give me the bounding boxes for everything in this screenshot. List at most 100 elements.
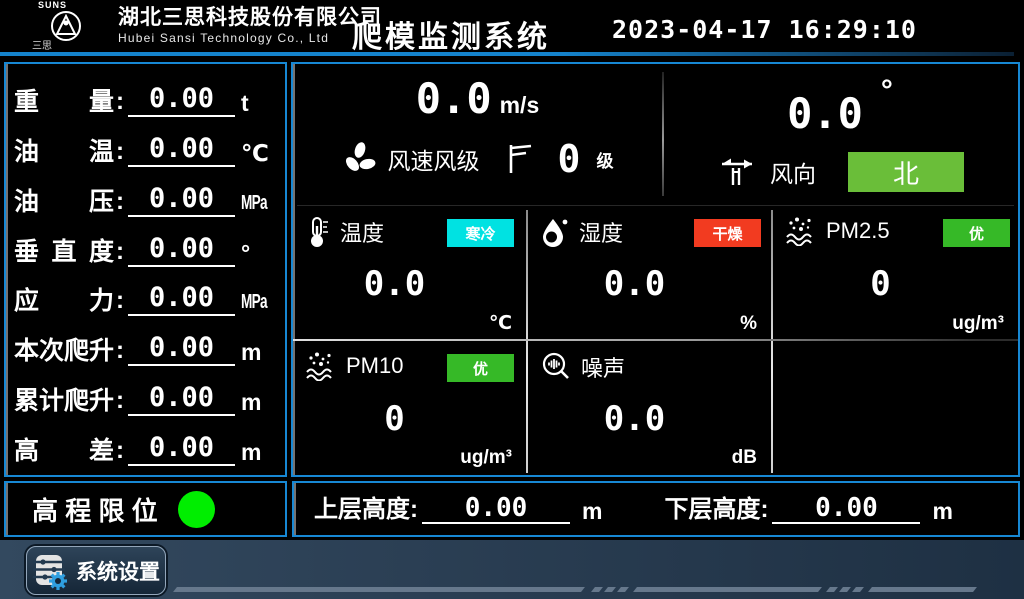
elevation-limit-label: 高 程 限 位: [32, 491, 158, 528]
current-climb-unit: m: [241, 338, 277, 366]
upper-height-value: 0.00: [422, 494, 570, 524]
layer-heights-box: 上层高度: 0.00 m 下层高度: 0.00 m: [292, 481, 1020, 537]
lower-height-label: 下层高度: [664, 496, 760, 524]
wind-level-flag-icon: [508, 142, 534, 176]
temperature-value: 0.0: [293, 264, 496, 304]
stress-unit: MPa: [241, 288, 265, 316]
elevation-limit-indicator: [178, 491, 215, 528]
oil-pressure-row: 油 压: 0.00 MPa: [14, 173, 277, 217]
pm10-status-badge: 优: [447, 354, 514, 382]
oil-pressure-value: 0.00: [128, 184, 235, 217]
lower-height-group: 下层高度: 0.00 m: [664, 494, 952, 524]
lower-height-value: 0.00: [772, 494, 920, 524]
weight-row: 重 量: 0.00 t: [14, 73, 277, 117]
temperature-cell: 温度 寒冷 0.0 ℃: [293, 206, 526, 339]
system-settings-button[interactable]: 系统设置: [26, 546, 166, 595]
current-climb-row: 本次爬升: 0.00 m: [14, 322, 277, 366]
oil-temp-label: 油 温: [14, 137, 114, 167]
verticality-label: 垂直度: [14, 237, 114, 267]
wind-speed-section: 0.0 m/s 风速风级 0 级: [293, 64, 662, 204]
pm25-cell: PM2.5 优 0 ug/m³: [773, 206, 1018, 339]
noise-value: 0.0: [528, 399, 741, 439]
footer-bar: 系统设置: [0, 540, 1024, 599]
company-name-cn: 湖北三思科技股份有限公司: [118, 6, 382, 30]
wind-direction-unit: °: [881, 74, 893, 107]
pm10-value: 0: [293, 399, 496, 439]
temperature-label: 温度: [340, 216, 384, 248]
total-climb-unit: m: [241, 388, 277, 416]
environment-grid: 温度 寒冷 0.0 ℃ 湿度 干燥 0.0 %: [293, 206, 1018, 475]
droplet-icon: [540, 216, 570, 248]
verticality-row: 垂直度: 0.00 °: [14, 223, 277, 267]
datetime-display: 2023-04-17 16:29:10: [612, 15, 917, 44]
oil-pressure-unit: MPa: [241, 189, 265, 217]
pm25-value: 0: [773, 264, 988, 304]
footer-decorative-stripes: [175, 587, 995, 592]
temperature-unit: ℃: [489, 312, 512, 335]
pm10-cell: PM10 优 0 ug/m³: [293, 341, 526, 473]
wind-speed-value: 0.0: [416, 74, 492, 123]
settings-sliders-gear-icon: [32, 552, 68, 590]
weight-label: 重 量: [14, 87, 114, 117]
wind-direction-section: 0.0 ° 风向 北: [664, 64, 1016, 204]
noise-label: 噪声: [581, 351, 625, 383]
wind-speed-unit: m/s: [500, 92, 540, 118]
height-diff-unit: m: [241, 438, 277, 466]
upper-height-label: 上层高度: [314, 496, 410, 524]
pm10-label: PM10: [346, 353, 403, 379]
noise-unit: dB: [732, 447, 757, 469]
oil-temp-value: 0.00: [128, 134, 235, 167]
environment-panel: 0.0 m/s 风速风级 0 级 0.0 °: [291, 62, 1020, 477]
empty-cell: [773, 341, 1018, 473]
company-name: 湖北三思科技股份有限公司 Hubei Sansi Technology Co.,…: [118, 6, 382, 46]
humidity-unit: %: [740, 313, 757, 335]
height-diff-label: 高 差: [14, 436, 114, 466]
total-climb-label: 累计爬升: [14, 386, 114, 416]
total-climb-value: 0.00: [128, 383, 235, 416]
height-diff-row: 高 差: 0.00 m: [14, 422, 277, 466]
fan-icon: [342, 141, 378, 177]
pm25-label: PM2.5: [826, 218, 890, 244]
wind-level-unit: 级: [596, 147, 613, 172]
thermometer-icon: [305, 216, 331, 248]
verticality-value: 0.00: [128, 234, 235, 267]
noise-cell: 噪声 0.0 dB: [528, 341, 771, 473]
wind-direction-label: 风向: [770, 155, 816, 189]
wind-level-value: 0: [558, 137, 581, 181]
total-climb-row: 累计爬升: 0.00 m: [14, 372, 277, 416]
upper-height-group: 上层高度: 0.00 m: [314, 494, 602, 524]
company-logo: SUNS 三思: [18, 1, 114, 51]
weight-value: 0.00: [128, 84, 235, 117]
pm25-unit: ug/m³: [952, 313, 1004, 335]
page-title: 爬模监测系统: [352, 12, 550, 56]
wind-direction-badge: 北: [848, 152, 964, 192]
oil-temp-unit: ℃: [241, 139, 277, 167]
wind-speed-label: 风速风级: [388, 142, 480, 176]
stress-row: 应 力: 0.00 MPa: [14, 272, 277, 316]
wind-direction-value: 0.0: [787, 89, 863, 138]
header-accent-line: [0, 52, 1014, 56]
wind-vane-icon: [716, 154, 760, 190]
elevation-limit-box: 高 程 限 位: [4, 481, 287, 537]
oil-pressure-label: 油 压: [14, 187, 114, 217]
verticality-unit: °: [241, 239, 277, 267]
company-name-en: Hubei Sansi Technology Co., Ltd: [118, 30, 382, 46]
dust-icon: [305, 351, 337, 381]
logo-text-top: SUNS: [18, 1, 114, 10]
humidity-status-badge: 干燥: [694, 219, 761, 247]
upper-height-unit: m: [582, 498, 602, 524]
humidity-cell: 湿度 干燥 0.0 %: [528, 206, 771, 339]
logo-text-bottom: 三思: [18, 42, 114, 51]
weight-unit: t: [241, 89, 277, 117]
humidity-value: 0.0: [528, 264, 741, 304]
pm10-unit: ug/m³: [460, 447, 512, 469]
header-bar: SUNS 三思 湖北三思科技股份有限公司 Hubei Sansi Technol…: [0, 0, 1024, 52]
current-climb-label: 本次爬升: [14, 336, 114, 366]
settings-button-label: 系统设置: [76, 556, 160, 586]
oil-temp-row: 油 温: 0.00 ℃: [14, 123, 277, 167]
temperature-status-badge: 寒冷: [447, 219, 514, 247]
current-climb-value: 0.00: [128, 333, 235, 366]
pm25-status-badge: 优: [943, 219, 1010, 247]
dust-icon: [785, 216, 817, 246]
height-diff-value: 0.00: [128, 433, 235, 466]
